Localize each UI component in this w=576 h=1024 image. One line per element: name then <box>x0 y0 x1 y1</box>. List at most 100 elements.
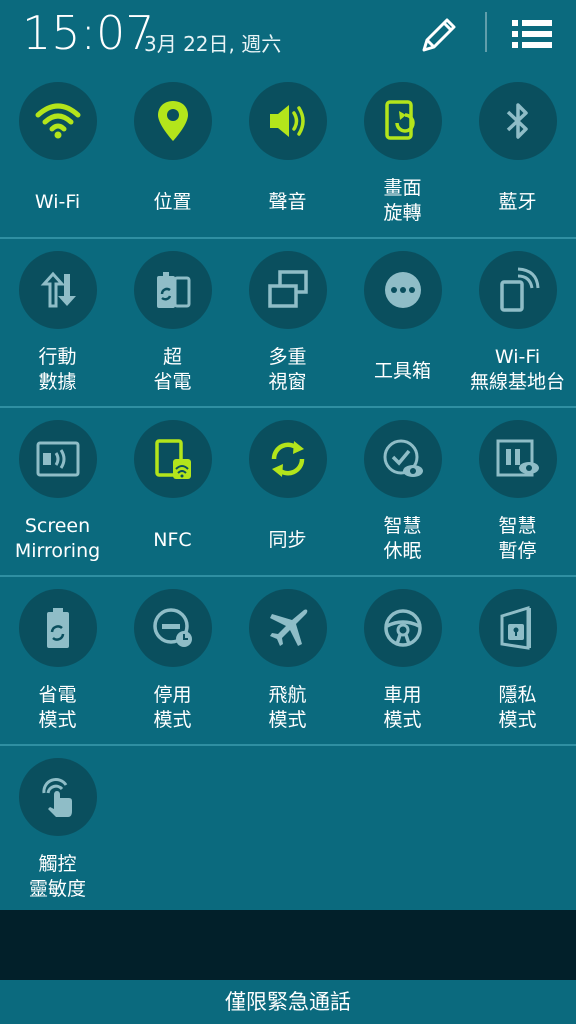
quick-setting-button[interactable] <box>479 82 557 160</box>
quick-setting-button[interactable] <box>134 420 212 498</box>
smart-stay-icon <box>383 439 423 477</box>
quick-setting-tile[interactable]: 同步 <box>230 420 345 570</box>
quick-setting-button[interactable] <box>19 420 97 498</box>
quick-setting-button[interactable] <box>249 82 327 160</box>
quick-setting-button[interactable] <box>364 82 442 160</box>
clock-time: 15:07 <box>22 6 155 60</box>
quick-setting-tile[interactable]: Screen Mirroring <box>0 420 115 570</box>
quick-setting-tile[interactable]: 藍牙 <box>460 82 575 232</box>
mobile-data-icon <box>40 271 76 308</box>
edit-button[interactable] <box>418 12 462 56</box>
quick-setting-label: 多重 視窗 <box>268 346 307 393</box>
quick-setting-button[interactable] <box>364 420 442 498</box>
quick-setting-label: 智慧 暫停 <box>498 515 537 562</box>
quick-setting-label: 行動 數據 <box>38 346 77 393</box>
quick-setting-tile[interactable]: 智慧 休眠 <box>345 420 460 570</box>
quick-settings-row: Screen Mirroring NFC 同步 智慧 休眠 智慧 暫停 <box>0 408 576 577</box>
quick-setting-tile[interactable]: 飛航 模式 <box>230 589 345 739</box>
notification-area <box>0 910 576 980</box>
quick-setting-button[interactable] <box>249 420 327 498</box>
quick-setting-button[interactable] <box>249 589 327 667</box>
quick-setting-label: 飛航 模式 <box>268 684 307 731</box>
quick-setting-label: 停用 模式 <box>153 684 192 731</box>
blocking-mode-icon <box>153 608 192 647</box>
quick-setting-label: 同步 <box>268 529 307 551</box>
private-mode-icon <box>500 605 531 650</box>
quick-settings-row: 行動 數據 超 省電 多重 視窗 工具箱 Wi-Fi 無線基地台 <box>0 239 576 408</box>
quick-setting-tile[interactable]: 畫面 旋轉 <box>345 82 460 232</box>
wifi-hotspot-icon <box>500 267 540 312</box>
smart-pause-icon <box>496 439 539 477</box>
pencil-icon <box>422 18 456 52</box>
quick-setting-tile[interactable]: Wi-Fi 無線基地台 <box>460 251 575 401</box>
multi-window-icon <box>268 270 308 308</box>
quick-setting-label: 智慧 休眠 <box>383 515 422 562</box>
quick-setting-button[interactable] <box>19 251 97 329</box>
ultra-power-saving-icon <box>157 272 191 308</box>
quick-setting-label: 畫面 旋轉 <box>383 177 422 224</box>
quick-setting-tile[interactable]: 行動 數據 <box>0 251 115 401</box>
quick-setting-button[interactable] <box>479 251 557 329</box>
quick-setting-tile[interactable]: 隱私 模式 <box>460 589 575 739</box>
quick-setting-label: Screen Mirroring <box>14 515 101 562</box>
quick-setting-button[interactable] <box>249 251 327 329</box>
quick-setting-tile[interactable]: 車用 模式 <box>345 589 460 739</box>
quick-setting-button[interactable] <box>19 758 97 836</box>
nfc-icon <box>155 439 191 479</box>
quick-setting-tile[interactable]: 聲音 <box>230 82 345 232</box>
header-divider <box>485 12 487 52</box>
notification-header: 15:07 3月 22日, 週六 <box>0 0 576 70</box>
quick-setting-button[interactable] <box>19 82 97 160</box>
screen-rotation-icon <box>385 100 415 140</box>
quick-setting-button[interactable] <box>479 420 557 498</box>
quick-setting-label: 藍牙 <box>498 191 537 213</box>
quick-setting-tile[interactable]: 停用 模式 <box>115 589 230 739</box>
quick-settings-row: 省電 模式 停用 模式 飛航 模式 車用 模式 隱私 模式 <box>0 577 576 746</box>
quick-setting-label: 工具箱 <box>373 360 431 382</box>
screen-mirroring-icon <box>36 441 80 477</box>
quick-setting-label: 車用 模式 <box>383 684 422 731</box>
quick-setting-label: 省電 模式 <box>38 684 77 731</box>
quick-setting-button[interactable] <box>364 589 442 667</box>
quick-setting-label: Wi-Fi <box>34 191 81 213</box>
sync-icon <box>271 441 305 477</box>
airplane-icon <box>270 609 308 646</box>
list-icon <box>512 20 552 48</box>
speaker-icon <box>270 105 305 137</box>
quick-setting-label: 隱私 模式 <box>498 684 537 731</box>
steering-wheel-icon <box>384 609 422 647</box>
quick-setting-button[interactable] <box>364 251 442 329</box>
touch-sensitivity-icon <box>42 778 72 817</box>
quick-setting-tile[interactable]: 位置 <box>115 82 230 232</box>
quick-setting-tile[interactable]: 多重 視窗 <box>230 251 345 401</box>
quick-setting-button[interactable] <box>134 82 212 160</box>
quick-setting-button[interactable] <box>19 589 97 667</box>
quick-setting-label: NFC <box>153 529 192 551</box>
power-saving-icon <box>47 608 69 648</box>
quick-setting-tile[interactable]: 觸控 靈敏度 <box>0 758 115 908</box>
quick-setting-label: 位置 <box>153 191 192 213</box>
toolbox-icon <box>385 272 421 308</box>
quick-settings-grid: Wi-Fi 位置 聲音 畫面 旋轉 藍牙 行動 數據 超 省電 多重 視窗 工具箱 Wi-Fi … <box>0 70 576 915</box>
quick-setting-label: 聲音 <box>268 191 307 213</box>
quick-settings-row: 觸控 靈敏度 <box>0 746 576 915</box>
quick-setting-tile[interactable]: 省電 模式 <box>0 589 115 739</box>
quick-setting-tile[interactable]: 超 省電 <box>115 251 230 401</box>
quick-setting-label: Wi-Fi 無線基地台 <box>469 346 565 393</box>
quick-setting-tile[interactable]: NFC <box>115 420 230 570</box>
wifi-icon <box>35 103 81 139</box>
quick-setting-label: 超 省電 <box>153 346 192 393</box>
quick-settings-list-button[interactable] <box>510 14 554 54</box>
clock-date: 3月 22日, 週六 <box>144 32 282 56</box>
location-pin-icon <box>158 101 188 141</box>
quick-setting-button[interactable] <box>134 589 212 667</box>
quick-setting-button[interactable] <box>134 251 212 329</box>
quick-setting-tile[interactable]: Wi-Fi <box>0 82 115 232</box>
quick-setting-tile[interactable]: 工具箱 <box>345 251 460 401</box>
emergency-calls-only: 僅限緊急通話 <box>0 980 576 1024</box>
bluetooth-icon <box>506 103 528 139</box>
quick-setting-label: 觸控 靈敏度 <box>28 853 86 900</box>
quick-setting-button[interactable] <box>479 589 557 667</box>
quick-settings-row: Wi-Fi 位置 聲音 畫面 旋轉 藍牙 <box>0 70 576 239</box>
quick-setting-tile[interactable]: 智慧 暫停 <box>460 420 575 570</box>
